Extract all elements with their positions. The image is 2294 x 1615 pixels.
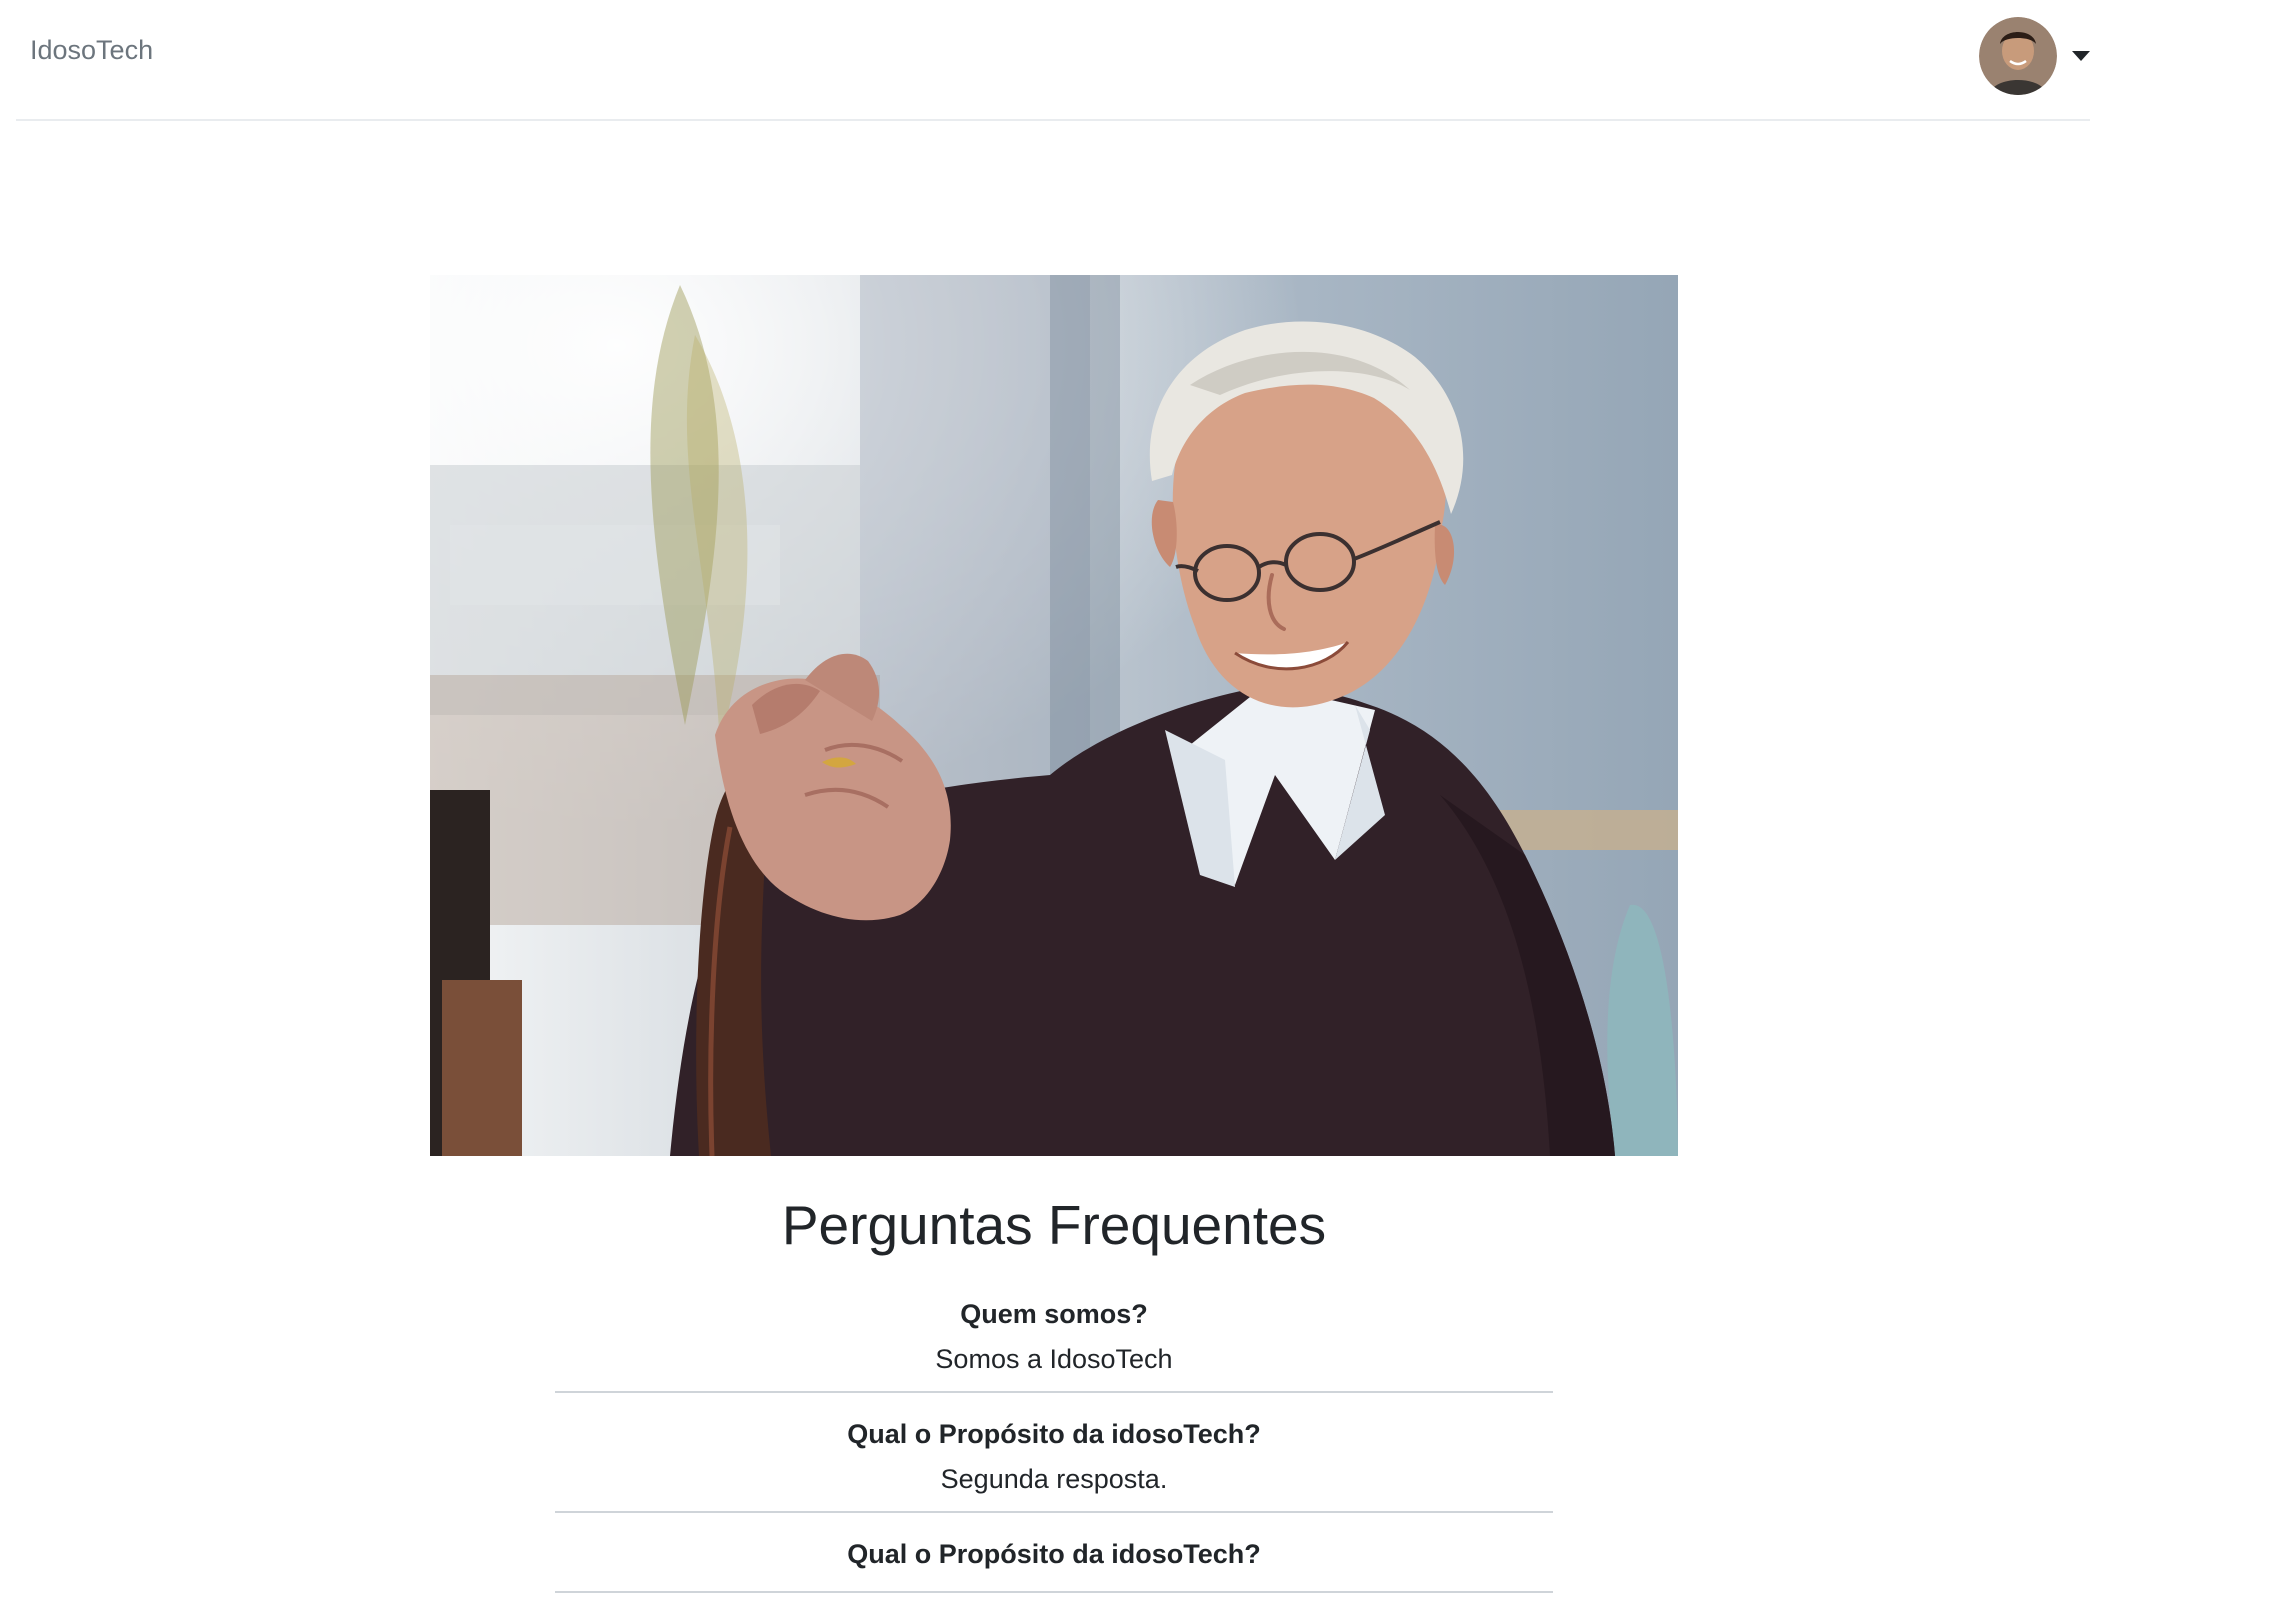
faq-question: Qual o Propósito da idosoTech? [847,1419,1261,1449]
faq-item: Qual o Propósito da idosoTech? Segunda r… [555,1415,1553,1513]
faq-item: Quem somos? Somos a IdosoTech [555,1295,1553,1393]
chevron-down-icon[interactable] [2072,51,2090,61]
top-navbar: IdosoTech [16,0,2090,121]
user-menu-toggle[interactable] [1979,16,2090,96]
faq-question: Quem somos? [960,1299,1148,1329]
faq-list: Quem somos? Somos a IdosoTech Qual o Pro… [555,1295,1553,1615]
faq-answer: Segunda resposta. [940,1464,1168,1494]
hero-image [430,275,1678,1156]
brand-link[interactable]: IdosoTech [30,30,153,70]
faq-answer: Somos a IdosoTech [935,1344,1173,1374]
faq-item: Qual o Propósito da idosoTech? [555,1535,1553,1593]
faq-question: Qual o Propósito da idosoTech? [847,1539,1261,1569]
page-title: Perguntas Frequentes [781,1194,1327,1256]
user-avatar[interactable] [1979,17,2057,95]
